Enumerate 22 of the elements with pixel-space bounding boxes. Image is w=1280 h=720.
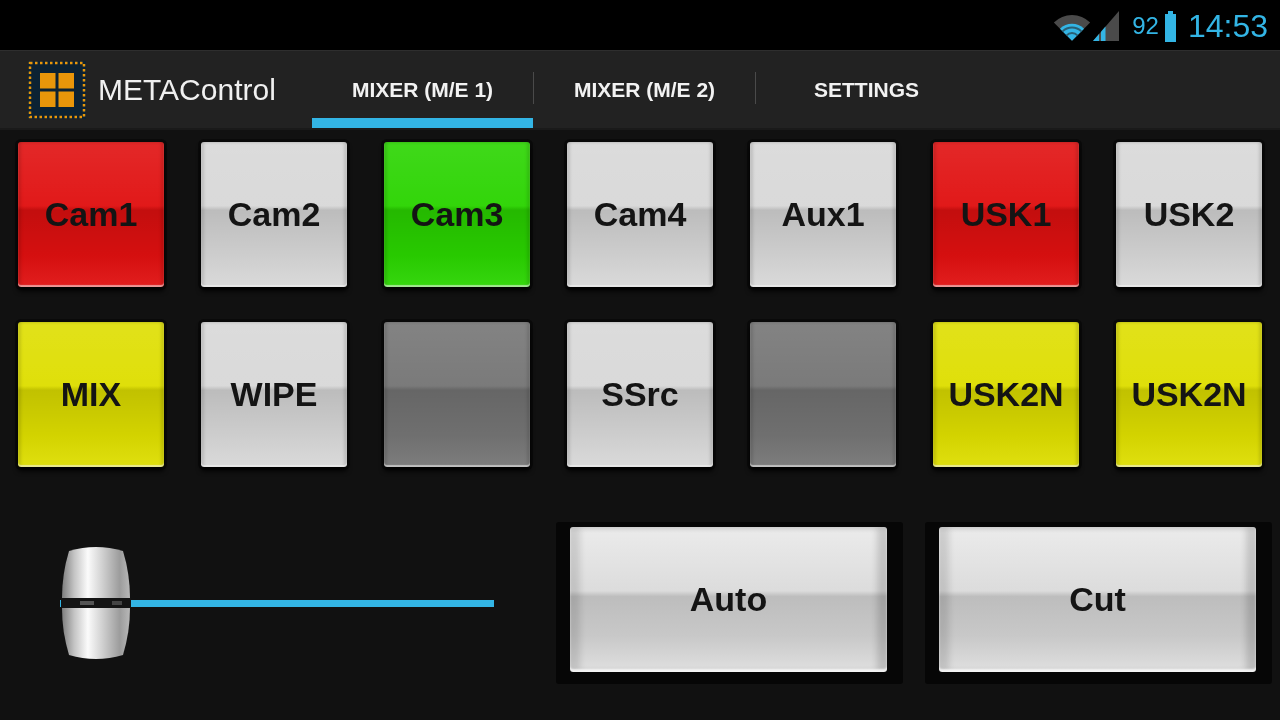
fader-handle[interactable] [60, 545, 132, 660]
battery-icon [1164, 10, 1176, 42]
app-title: METAControl [98, 72, 276, 107]
signal-icon [1093, 11, 1120, 41]
tab[interactable]: SETTINGS [756, 51, 977, 128]
mixer-button[interactable]: SSrc [567, 322, 713, 467]
mixer-button[interactable]: USK2 [1116, 142, 1262, 287]
mixer-button[interactable]: Cam4 [567, 142, 713, 287]
mixer-button[interactable]: Aux1 [750, 142, 896, 287]
clock-time: 14:53 [1187, 8, 1268, 44]
mixer-button[interactable]: USK2N [933, 322, 1079, 467]
mixer-button[interactable]: Cam2 [201, 142, 347, 287]
mixer-button[interactable]: WIPE [201, 322, 347, 467]
app-logo-icon [28, 60, 86, 119]
mixer-button[interactable]: USK2N [1116, 322, 1262, 467]
transition-button[interactable]: Cut [939, 527, 1256, 672]
tab[interactable]: MIXER (M/E 1) [312, 51, 533, 128]
battery-percent: 92 [1132, 12, 1159, 40]
mixer-button[interactable]: Cam3 [384, 142, 530, 287]
mixer-button[interactable]: MIX [18, 322, 164, 467]
tab[interactable]: MIXER (M/E 2) [534, 51, 755, 128]
transition-button[interactable]: Auto [570, 527, 887, 672]
